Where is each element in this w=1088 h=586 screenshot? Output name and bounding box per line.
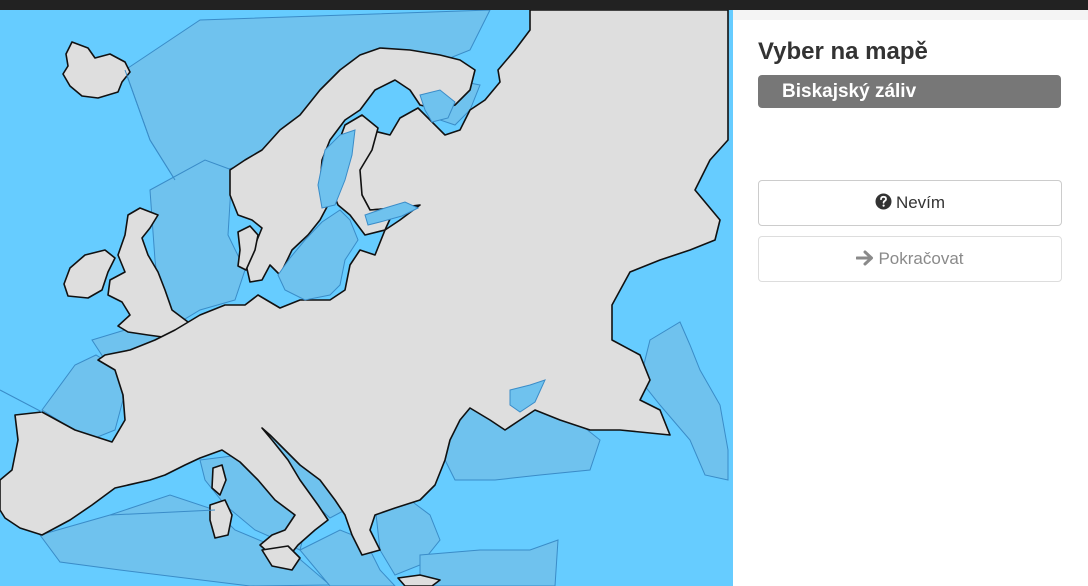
dont-know-label: Nevím xyxy=(895,193,946,212)
sea-zone-caspian-sea[interactable] xyxy=(639,321,729,481)
sea-boundary-line xyxy=(0,389,43,413)
quiz-panel: Vyber na mapě Biskajský záliv Nevím Pokr… xyxy=(733,10,1088,586)
panel-top-strip xyxy=(733,10,1088,20)
arrow-right-icon xyxy=(855,239,874,283)
land-iceland[interactable] xyxy=(62,41,131,99)
sea-zone-east-med[interactable] xyxy=(419,539,559,586)
land-ireland[interactable] xyxy=(63,249,116,299)
continue-button[interactable]: Pokračovat xyxy=(758,236,1062,282)
top-bar xyxy=(0,0,1088,10)
continue-label: Pokračovat xyxy=(878,249,964,268)
quiz-prompt-title: Vyber na mapě xyxy=(758,38,928,65)
dont-know-button[interactable]: Nevím xyxy=(758,180,1062,226)
target-item-badge: Biskajský záliv xyxy=(758,75,1061,108)
map-svg[interactable] xyxy=(0,10,733,586)
europe-map[interactable] xyxy=(0,10,733,586)
question-circle-icon xyxy=(875,183,892,227)
